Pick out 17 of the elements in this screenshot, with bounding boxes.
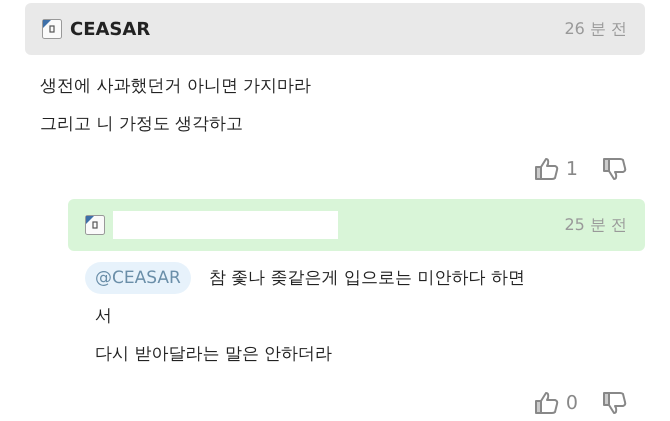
thumbs-down-icon[interactable] bbox=[602, 390, 628, 416]
mention-tag[interactable]: @CEASAR bbox=[85, 262, 191, 294]
thumbs-up-icon[interactable] bbox=[534, 156, 560, 182]
comment-text: 그리고 니 가정도 생각하고 bbox=[40, 113, 244, 136]
comment-text: 서 bbox=[94, 305, 112, 328]
thumbs-up-icon[interactable] bbox=[534, 390, 560, 416]
timestamp: 25 분 전 bbox=[564, 214, 627, 236]
like-count: 0 bbox=[566, 390, 578, 416]
level-badge-icon bbox=[85, 215, 105, 235]
comment-text: 다시 받아달라는 말은 안하더라 bbox=[94, 343, 332, 366]
timestamp: 26 분 전 bbox=[564, 18, 627, 40]
comment-text: 생전에 사과했던거 아니면 가지마라 bbox=[40, 75, 312, 98]
author-name: CEASAR bbox=[70, 18, 150, 42]
like-count: 1 bbox=[566, 156, 578, 182]
thumbs-down-icon[interactable] bbox=[602, 156, 628, 182]
comment-text: 참 좇나 좆같은게 입으로는 미안하다 하면 bbox=[208, 268, 525, 288]
level-badge-icon bbox=[42, 19, 62, 39]
